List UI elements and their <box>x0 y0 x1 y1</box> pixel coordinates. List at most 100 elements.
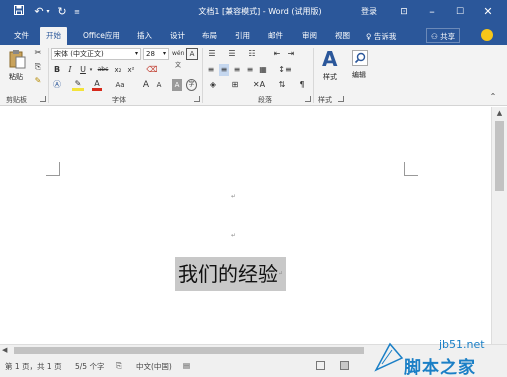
justify-icon[interactable]: ≡ <box>245 64 255 76</box>
change-case-button[interactable]: Aa <box>113 79 127 91</box>
group-divider <box>313 48 314 103</box>
line-spacing-icon[interactable]: ↕≡ <box>278 64 292 76</box>
window-title: 文档1 [兼容模式] - Word (试用版) <box>198 7 322 16</box>
font-name-value: 宋体 (中文正文) <box>54 50 104 58</box>
styles-group-label: 样式 <box>318 96 332 104</box>
tab-references[interactable]: 引用 <box>233 27 252 45</box>
page-count[interactable]: 第 1 页，共 1 页 <box>5 361 62 372</box>
font-size-select[interactable]: 28 ▾ <box>143 48 169 60</box>
minimize-icon[interactable]: – <box>418 2 446 22</box>
decrease-indent-icon[interactable]: ⇤ <box>272 48 282 60</box>
tab-file[interactable]: 文件 <box>12 27 31 45</box>
tab-design[interactable]: 设计 <box>168 27 187 45</box>
italic-button[interactable]: I <box>66 64 74 76</box>
font-name-select[interactable]: 宋体 (中文正文) ▾ <box>51 48 141 60</box>
paste-button[interactable]: 粘贴 <box>9 72 23 82</box>
watermark-url: jb51.net <box>439 338 485 351</box>
bold-button[interactable]: B <box>53 64 61 76</box>
underline-button[interactable]: U <box>79 64 87 76</box>
tab-mailings[interactable]: 邮件 <box>266 27 285 45</box>
read-mode-icon[interactable] <box>316 361 325 370</box>
font-launcher-icon[interactable] <box>194 96 200 102</box>
align-center-icon[interactable]: ≡ <box>219 64 229 76</box>
phonetic-guide-button[interactable]: wén 文 <box>172 48 184 69</box>
styles-launcher-icon[interactable] <box>338 96 344 102</box>
save-icon[interactable] <box>12 4 26 20</box>
customize-icon[interactable]: ≡ <box>72 4 82 20</box>
search-icon[interactable] <box>352 50 368 66</box>
tab-insert[interactable]: 插入 <box>135 27 154 45</box>
grow-font-button[interactable]: A <box>142 79 150 91</box>
paste-icon[interactable] <box>9 49 26 69</box>
share-button[interactable]: ⚇ 共享 <box>426 28 461 43</box>
tab-home[interactable]: 开始 <box>40 27 67 45</box>
clipboard-launcher-icon[interactable] <box>40 96 46 102</box>
tab-view[interactable]: 视图 <box>333 27 352 45</box>
shading-icon[interactable]: ◈ <box>206 79 220 91</box>
paragraph-mark: ↵ <box>231 193 237 200</box>
paragraph-launcher-icon[interactable] <box>305 96 311 102</box>
tab-office-apps[interactable]: Office应用 <box>81 27 122 45</box>
text-effects-icon[interactable]: Ⓐ <box>52 79 62 91</box>
language-indicator[interactable]: 中文(中国) <box>136 361 172 372</box>
increase-indent-icon[interactable]: ⇥ <box>286 48 296 60</box>
undo-dropdown-icon[interactable]: ▾ <box>44 4 52 20</box>
character-border-icon[interactable]: A <box>186 48 198 60</box>
macro-icon[interactable]: ▤ <box>183 361 190 370</box>
copy-icon[interactable]: ⎘ <box>32 61 44 73</box>
superscript-button[interactable]: x² <box>126 64 136 76</box>
numbering-icon[interactable]: ☰ <box>226 48 238 60</box>
bullets-icon[interactable]: ☰ <box>206 48 218 60</box>
print-layout-icon[interactable] <box>340 361 349 370</box>
tab-layout[interactable]: 布局 <box>200 27 219 45</box>
subscript-button[interactable]: x₂ <box>113 64 123 76</box>
margin-corner-mark <box>46 162 60 176</box>
styles-icon[interactable]: A <box>322 49 337 69</box>
strikethrough-button[interactable]: abc <box>96 64 110 76</box>
editing-button[interactable]: 编辑 <box>352 70 366 80</box>
maximize-icon[interactable]: ☐ <box>446 2 474 22</box>
borders-icon[interactable]: ⊞ <box>228 79 242 91</box>
align-right-icon[interactable]: ≡ <box>232 64 242 76</box>
character-shading-icon[interactable]: A <box>172 79 182 91</box>
login-link[interactable]: 登录 <box>361 6 377 17</box>
cut-icon[interactable]: ✂ <box>32 47 44 59</box>
styles-button[interactable]: 样式 <box>323 72 337 82</box>
align-left-icon[interactable]: ≡ <box>206 64 216 76</box>
vertical-scrollbar[interactable]: ▲ <box>491 107 507 344</box>
enclose-characters-icon[interactable]: 字 <box>186 79 197 91</box>
ribbon-display-icon[interactable]: ⊡ <box>390 2 418 22</box>
font-color-icon[interactable]: A <box>92 79 102 91</box>
clear-formatting-icon[interactable]: ⌫ <box>146 64 158 76</box>
ribbon: 粘贴 ✂ ⎘ ✎ 剪贴板 宋体 (中文正文) ▾ 28 ▾ wén 文 A B … <box>0 45 507 106</box>
proofing-icon[interactable]: ⎘ <box>116 361 122 371</box>
scroll-up-icon[interactable]: ▲ <box>492 107 507 119</box>
sort-icon[interactable]: ⇅ <box>277 79 287 91</box>
horizontal-scroll-thumb[interactable] <box>14 347 364 354</box>
paragraph-mark: ↵ <box>231 232 237 239</box>
collapse-ribbon-icon[interactable]: ⌃ <box>487 91 499 103</box>
chinese-layout-icon[interactable]: ✕A <box>252 79 266 91</box>
share-label: 共享 <box>440 32 456 41</box>
chevron-down-icon: ▾ <box>134 50 138 57</box>
shrink-font-button[interactable]: A <box>155 79 163 91</box>
clipboard-group-label: 剪贴板 <box>6 96 27 104</box>
ribbon-tabs: 文件 开始 Office应用 插入 设计 布局 引用 邮件 审阅 视图 ♀ 告诉… <box>0 25 507 45</box>
distributed-icon[interactable]: ▦ <box>258 64 268 76</box>
word-count[interactable]: 5/5 个字 <box>75 361 104 372</box>
document-canvas[interactable]: ↵ ↵ 我们的经验↵ <box>0 107 491 344</box>
format-painter-icon[interactable]: ✎ <box>32 75 44 87</box>
close-icon[interactable]: ✕ <box>474 2 502 22</box>
chevron-down-icon: ▾ <box>162 50 166 57</box>
tab-review[interactable]: 审阅 <box>300 27 319 45</box>
show-marks-icon[interactable]: ¶ <box>297 79 307 91</box>
person-icon: ⚇ <box>431 32 438 41</box>
vertical-scroll-thumb[interactable] <box>495 121 504 191</box>
redo-icon[interactable]: ↻ <box>56 4 68 20</box>
highlight-icon[interactable]: ✎ <box>72 79 84 91</box>
tell-me-box[interactable]: ♀ 告诉我 <box>366 31 396 42</box>
margin-corner-mark <box>404 162 418 176</box>
multilevel-list-icon[interactable]: ☷ <box>246 48 258 60</box>
document-text-selected[interactable]: 我们的经验↵ <box>175 257 287 291</box>
feedback-smiley-icon[interactable] <box>481 29 493 41</box>
